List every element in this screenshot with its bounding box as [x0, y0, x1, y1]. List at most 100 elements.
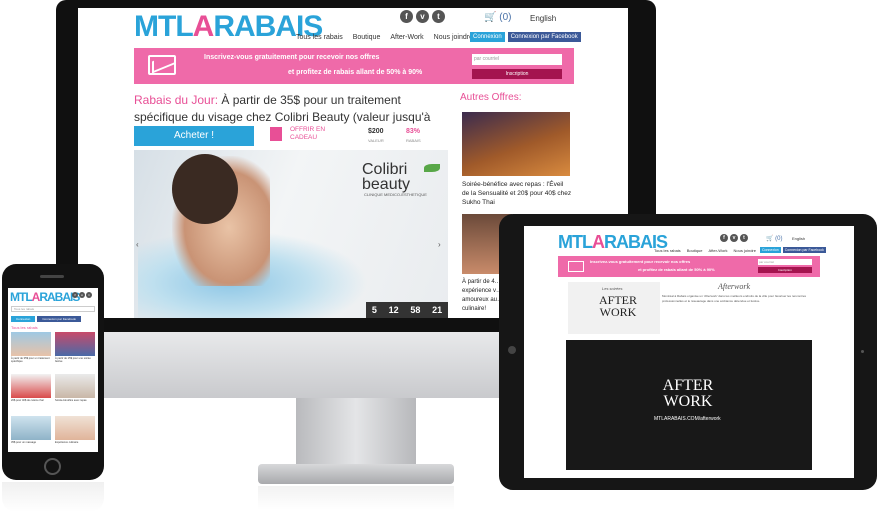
deal-card-image	[55, 374, 95, 398]
nav-contact[interactable]: Nous joindre	[734, 248, 756, 253]
newsletter-banner: Inscrivez-vous gratuitement pour recevoi…	[134, 48, 574, 84]
phone-search-input[interactable]: Tous les rabais	[11, 306, 95, 312]
social-links: f v t	[400, 10, 445, 23]
imac-stand	[296, 398, 416, 466]
language-link[interactable]: English	[530, 14, 556, 23]
value-label: VALEUR	[368, 138, 384, 143]
deal-card[interactable]: 20$ pour 40$ de cuisine thaï	[11, 374, 51, 414]
email-input[interactable]: par courriel	[472, 54, 562, 65]
subscribe-button[interactable]: Inscription	[758, 267, 812, 273]
facebook-icon[interactable]: f	[720, 234, 728, 242]
tablet-home-button	[508, 346, 516, 354]
discount-label: RABAIS	[406, 138, 421, 143]
tablet-social-links: f v t	[720, 234, 748, 242]
deal-card[interactable]: Soirée-bénéfice avec repas	[55, 374, 95, 414]
buy-button[interactable]: Acheter !	[134, 126, 254, 146]
timer-days: 5	[371, 305, 377, 315]
email-input[interactable]: par courriel	[758, 259, 812, 265]
gift-link[interactable]: OFFRIR EN CADEAU	[290, 126, 330, 142]
site-logo[interactable]: MTLARABAIS	[134, 10, 323, 44]
phone-login-buttons: Connexion Connexion par Facebook	[11, 316, 81, 322]
imac-reflection	[258, 486, 454, 510]
login-buttons: Connexion Connexion par Facebook	[470, 32, 581, 42]
vimeo-icon[interactable]: v	[416, 10, 429, 23]
tablet-cart-icon[interactable]: 🛒 (0)	[766, 235, 782, 242]
deal-card[interactable]: 35$ pour un massage	[11, 416, 51, 452]
after-work-small-caption: Les soirées	[602, 286, 623, 291]
banner-line-2: et profitez de rabais allant de 50% à 90…	[638, 267, 715, 272]
phone-screen: MTLARABAIS f v t Tous les rabais Connexi…	[8, 288, 98, 452]
nav-after-work[interactable]: After-Work	[708, 248, 727, 253]
deal-card-text: À partir de 35$ pour un traitement spéci…	[11, 357, 50, 364]
deal-card-text: 20$ pour 40$ de cuisine thaï	[11, 399, 44, 402]
discount-amount: 83%	[406, 128, 421, 135]
phone-site-logo[interactable]: MTLARABAIS	[10, 290, 80, 304]
deal-card[interactable]: Expérience culinaire	[55, 416, 95, 452]
other-offer-image[interactable]	[462, 112, 570, 176]
phone-section-title: Tous les rabais	[11, 325, 38, 330]
nav-contact[interactable]: Nous joindre	[434, 34, 473, 41]
deal-card-image	[11, 416, 51, 440]
login-button[interactable]: Connexion	[470, 32, 505, 42]
chevron-right-icon[interactable]: ›	[438, 240, 441, 249]
after-work-logo-box: Les soirées AFTER WORK	[568, 282, 660, 334]
phone-social-links: f v t	[72, 292, 92, 298]
value-amount: $200	[368, 128, 384, 135]
tablet-login-buttons: Connexion Connexion par Facebook	[760, 247, 826, 253]
nav-all-deals[interactable]: Tous les rabais	[654, 248, 681, 253]
countdown-timer: 5 12 58 21	[366, 302, 448, 318]
nav-shop[interactable]: Boutique	[687, 248, 703, 253]
phone-deal-grid: À partir de 35$ pour un traitement spéci…	[11, 332, 95, 452]
other-offer-text[interactable]: Soirée-bénéfice avec repas : l'Éveil de …	[462, 180, 572, 207]
twitter-icon[interactable]: t	[740, 234, 748, 242]
nav-shop[interactable]: Boutique	[353, 34, 381, 41]
tablet-camera	[861, 350, 864, 353]
deal-label: Rabais du Jour:	[134, 93, 219, 107]
after-work-video[interactable]: AFTER WORK MTLARABAIS.COM/afterwork	[566, 340, 812, 470]
imac-foot	[258, 464, 454, 484]
deal-card-image	[11, 332, 51, 356]
twitter-icon[interactable]: t	[86, 292, 92, 298]
video-title: AFTER WORK	[662, 377, 714, 410]
timer-hours: 12	[388, 305, 399, 315]
deal-card-image	[55, 416, 95, 440]
twitter-icon[interactable]: t	[432, 10, 445, 23]
tablet-site-logo[interactable]: MTLARABAIS	[558, 232, 668, 253]
nav-all-deals[interactable]: Tous les rabais	[296, 34, 343, 41]
envelope-icon	[148, 55, 176, 75]
gift-icon	[270, 127, 282, 141]
timer-minutes: 58	[410, 305, 421, 315]
video-url: MTLARABAIS.COM/afterwork	[654, 416, 721, 422]
login-button[interactable]: Connexion	[11, 316, 36, 322]
vimeo-icon[interactable]: v	[79, 292, 85, 298]
phone-home-button	[44, 458, 61, 475]
colibri-subtitle: CLINIQUE MEDICO-ESTHETIQUE	[364, 192, 427, 197]
subscribe-button[interactable]: Inscription	[472, 69, 562, 79]
chevron-left-icon[interactable]: ‹	[136, 240, 139, 249]
deal-card-text: Soirée-bénéfice avec repas	[55, 399, 87, 402]
main-nav: Tous les rabais Boutique After-Work Nous…	[296, 34, 473, 41]
tablet-language-link[interactable]: English	[792, 236, 805, 241]
cart-icon[interactable]: 🛒 (0)	[484, 12, 511, 23]
leaf-icon	[424, 164, 440, 172]
facebook-icon[interactable]: f	[400, 10, 413, 23]
deal-card-image	[11, 374, 51, 398]
other-offers-title: Autres Offres:	[460, 92, 522, 103]
login-button[interactable]: Connexion	[760, 247, 781, 253]
deal-card[interactable]: À partir de 35$ pour un traitement spéci…	[11, 332, 51, 372]
deal-hero-image: Colibri beauty CLINIQUE MEDICO-ESTHETIQU…	[134, 150, 448, 318]
phone-reflection	[2, 482, 104, 512]
facebook-login-button[interactable]: Connexion par Facebook	[507, 32, 581, 42]
facebook-login-button[interactable]: Connexion par Facebook	[37, 316, 81, 322]
tablet-screen: MTLARABAIS f v t 🛒 (0) English Tous les …	[524, 226, 854, 478]
nav-after-work[interactable]: After-Work	[390, 34, 423, 41]
banner-line-2: et profitez de rabais allant de 50% à 90…	[288, 69, 423, 76]
facebook-icon[interactable]: f	[72, 292, 78, 298]
deal-card-text: À partir de 15$ pour une soirée festive	[55, 357, 91, 364]
cart-count: (0)	[499, 12, 512, 23]
after-work-description: Montréal à Rabais organise un 'Afterwork…	[662, 294, 807, 303]
deal-card[interactable]: À partir de 15$ pour une soirée festive	[55, 332, 95, 372]
facebook-login-button[interactable]: Connexion par Facebook	[782, 247, 826, 253]
timer-seconds: 21	[432, 305, 443, 315]
vimeo-icon[interactable]: v	[730, 234, 738, 242]
